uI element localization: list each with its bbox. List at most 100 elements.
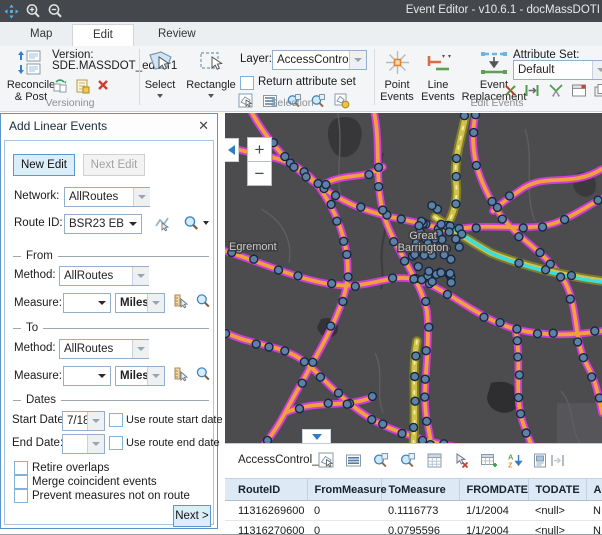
clear-selection-icon[interactable] [453,452,470,469]
to-method-label: Method: [14,342,56,354]
to-measure-combobox[interactable] [63,366,111,386]
from-measure-caret[interactable] [94,294,110,312]
point-events-button[interactable]: Point Events [378,49,416,103]
to-unit-dropdown-button[interactable] [147,367,164,385]
selection-options-icon[interactable] [334,93,350,109]
from-measure-pick-icon[interactable] [173,293,189,309]
event-point [452,235,460,243]
layer-dropdown-button[interactable] [349,51,366,69]
to-method-value: AllRoutes [60,343,132,355]
create-version-icon[interactable] [74,78,90,94]
end-date-dropdown-button[interactable] [87,435,104,453]
change-version-icon[interactable] [52,78,68,94]
from-method-dropdown-button[interactable] [132,266,149,286]
attribute-set-combobox[interactable]: Default [513,60,602,80]
sort-icon[interactable]: AZ [507,452,524,469]
event-point [447,279,455,287]
route-id-dropdown-button[interactable] [125,215,141,233]
select-route-on-map-icon[interactable] [154,215,170,231]
pan-to-selection-icon[interactable] [399,452,416,469]
layer-combobox[interactable]: AccessControl_A [272,50,367,70]
zoom-out-icon[interactable] [44,0,66,22]
retire-overlaps-checkbox[interactable] [14,461,28,475]
network-dropdown-button[interactable] [133,187,150,207]
event-point [446,269,454,277]
column-header-tomeasure[interactable]: ToMeasure [381,479,459,501]
select-button[interactable]: Select [140,49,180,98]
to-method-combobox[interactable]: AllRoutes [59,339,133,359]
collapse-table-icon[interactable] [302,429,331,443]
event-point [561,216,569,224]
tab-map[interactable]: Map [10,24,72,45]
column-header-ac[interactable]: AC [586,479,602,501]
event-panel-icon[interactable] [571,83,587,99]
selection-group-label: Selection [250,97,334,109]
zoom-in-icon[interactable] [22,0,44,22]
next-edit-button[interactable]: Next Edit [83,154,145,176]
from-method-combobox[interactable]: AllRoutes [59,266,133,286]
route-id-value: BSR23 EB [65,218,125,230]
rectangle-button[interactable]: Rectangle [185,49,237,98]
new-edit-button[interactable]: New Edit [13,154,75,176]
event-point [480,313,488,321]
event-point [379,206,387,214]
start-date-combobox[interactable]: 7/18/ [62,411,105,431]
attribute-set-dropdown-button[interactable] [592,61,602,79]
line-events-button[interactable]: Line Events [418,49,458,103]
attribute-table: RouteID FromMeasure ToMeasure FROMDATE T… [225,478,602,535]
from-measure-combobox[interactable] [63,293,111,313]
use-route-end-checkbox[interactable] [109,436,123,450]
route-id-combobox[interactable]: BSR23 EB [64,214,142,234]
table-row[interactable]: 11316270600 0 0.0795596 1/1/2004 <null> … [225,521,602,535]
to-unit-combobox[interactable]: Miles [115,366,165,386]
return-attribute-checkbox[interactable] [240,76,254,90]
pan-icon[interactable] [0,0,22,22]
zoom-to-selection-icon[interactable] [372,452,389,469]
from-unit-combobox[interactable]: Miles [115,293,165,313]
copy-event-icon[interactable] [593,83,602,99]
table-row[interactable]: 11316269600 0 0.1116773 1/1/2004 <null> … [225,501,602,521]
attribute-report-icon[interactable] [532,452,549,469]
map-zoom-in-button[interactable]: + [247,137,272,162]
from-measure-zoom-icon[interactable] [195,293,211,309]
use-route-start-checkbox[interactable] [109,413,123,427]
from-section-legend: From [13,250,209,262]
to-measure-caret[interactable] [94,367,110,385]
event-point [414,263,422,271]
start-date-dropdown-button[interactable] [87,412,104,430]
column-header-routeid[interactable]: RouteID [225,479,307,501]
column-header-frommeasure[interactable]: FromMeasure [307,479,381,501]
end-date-combobox[interactable] [62,434,105,454]
field-calculator-icon[interactable] [426,452,443,469]
to-measure-zoom-icon[interactable] [195,366,211,382]
event-point [472,161,480,169]
split-record-icon[interactable] [549,452,566,469]
map-view[interactable]: EgremontGreatBarrington + − [225,113,602,443]
collapse-panel-icon[interactable] [225,138,239,162]
network-combobox[interactable]: AllRoutes [64,187,134,207]
merge-event-icon[interactable] [548,83,564,99]
reconcile-post-button[interactable]: Reconcile & Post [4,49,58,103]
delete-version-icon[interactable] [96,78,112,94]
event-point [557,273,565,281]
event-point [328,280,336,288]
merge-coincident-checkbox[interactable] [14,475,28,489]
prevent-measures-checkbox[interactable] [14,489,28,503]
add-record-icon[interactable] [480,452,497,469]
group-separator [374,49,375,105]
column-header-fromdate[interactable]: FROMDATE [459,479,528,501]
next-button[interactable]: Next > [173,505,211,527]
show-all-rows-icon[interactable] [345,452,362,469]
map-zoom-out-button[interactable]: − [247,161,272,186]
zoom-to-route-icon[interactable] [183,215,199,231]
tab-edit[interactable]: Edit [72,24,134,48]
tab-review[interactable]: Review [138,24,216,45]
merge-coincident-label: Merge coincident events [32,476,157,488]
column-header-todate[interactable]: TODATE [528,479,586,501]
select-rows-icon[interactable] [318,452,335,469]
to-method-dropdown-button[interactable] [132,339,149,359]
to-measure-pick-icon[interactable] [173,366,189,382]
zoom-to-route-caret[interactable] [203,221,209,225]
close-icon[interactable]: ✕ [198,118,209,134]
from-unit-dropdown-button[interactable] [147,294,164,312]
